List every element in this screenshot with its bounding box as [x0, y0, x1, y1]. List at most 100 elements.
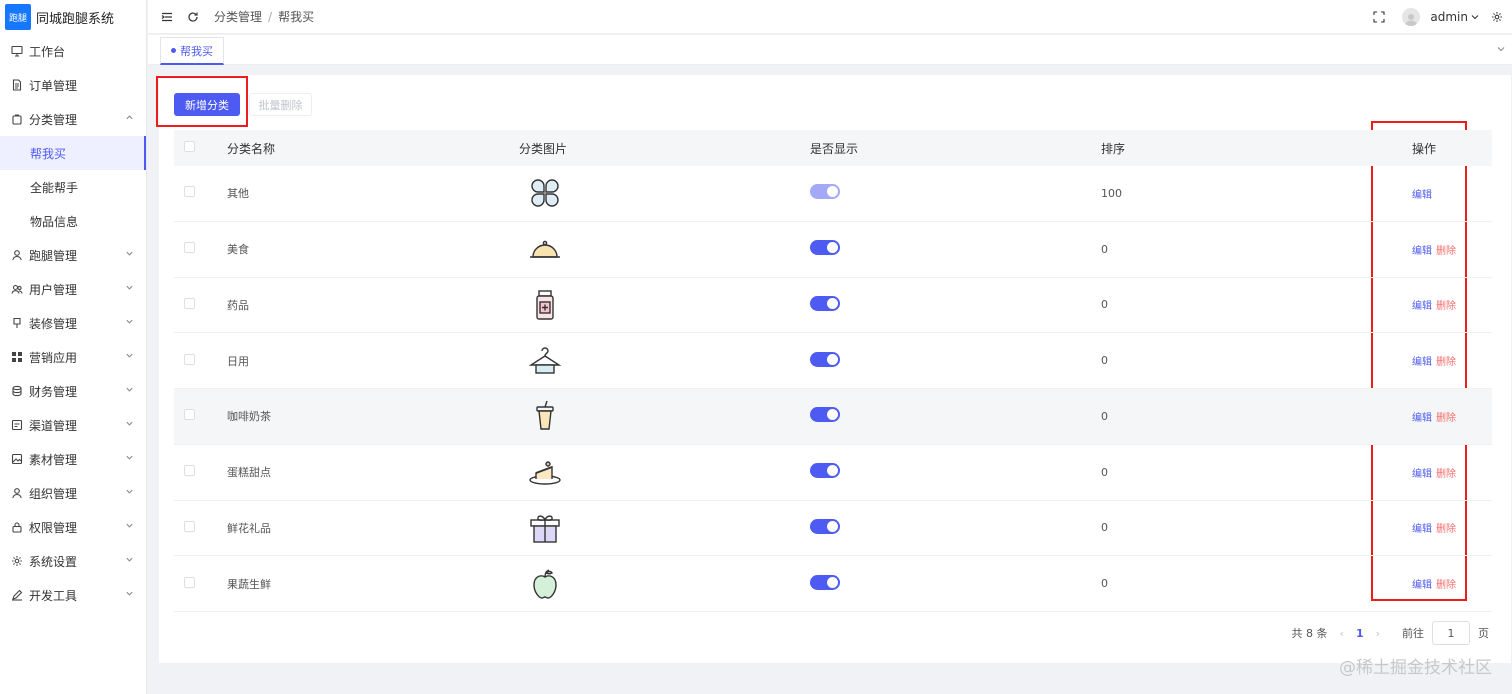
sidebar-item-permission[interactable]: 权限管理 — [0, 510, 146, 544]
sidebar-item-errand[interactable]: 跑腿管理 — [0, 238, 146, 272]
fullscreen-icon[interactable] — [1372, 10, 1386, 24]
delete-link[interactable]: 删除 — [1436, 413, 1456, 424]
table-header: 分类名称 分类图片 是否显示 排序 操作 — [174, 130, 1492, 166]
delete-link[interactable]: 删除 — [1436, 301, 1456, 312]
brand-name: 同城跑腿系统 — [36, 11, 115, 27]
category-name: 日用 — [227, 354, 249, 368]
chevron-down-icon[interactable] — [1496, 43, 1506, 57]
row-checkbox[interactable] — [184, 576, 195, 588]
category-name: 其他 — [227, 187, 249, 201]
row-checkbox[interactable] — [184, 520, 195, 532]
sidebar-item-decoration[interactable]: 装修管理 — [0, 306, 146, 340]
add-category-button[interactable]: 新增分类 — [174, 93, 240, 116]
goto-label: 前往 — [1402, 627, 1424, 640]
sidebar-subitem-help-buy[interactable]: 帮我买 — [0, 136, 146, 170]
sidebar-item-workbench[interactable]: 工作台 — [0, 34, 146, 68]
table-row: 药品 0 编辑 删除 — [174, 278, 1492, 334]
row-checkbox[interactable] — [184, 409, 195, 421]
row-checkbox[interactable] — [184, 465, 195, 477]
edit-link[interactable]: 编辑 — [1412, 413, 1432, 424]
edit-link[interactable]: 编辑 — [1412, 301, 1432, 312]
refresh-icon[interactable] — [186, 10, 200, 24]
row-checkbox[interactable] — [184, 242, 195, 254]
table-row: 鲜花礼品 0 编辑 删除 — [174, 501, 1492, 557]
column-header: 分类名称 — [227, 141, 276, 156]
page-number[interactable]: 1 — [1356, 627, 1364, 640]
sidebar-item-channel[interactable]: 渠道管理 — [0, 408, 146, 442]
display-toggle[interactable] — [810, 351, 840, 367]
sidebar-item-category[interactable]: 分类管理 — [0, 102, 146, 136]
watermark: @稀土掘金技术社区 — [1339, 658, 1492, 678]
sidebar-item-label: 素材管理 — [29, 452, 78, 467]
edit-link[interactable]: 编辑 — [1412, 580, 1432, 591]
document-icon — [10, 79, 23, 92]
settings-gear-icon[interactable] — [1490, 10, 1504, 24]
row-checkbox[interactable] — [184, 353, 195, 365]
sidebar-item-organization[interactable]: 组织管理 — [0, 476, 146, 510]
row-checkbox[interactable] — [184, 297, 195, 309]
table-row: 咖啡奶茶 0 编辑 删除 — [174, 389, 1492, 445]
next-page-icon[interactable]: › — [1376, 627, 1380, 640]
sort-value: 0 — [1101, 354, 1108, 368]
sort-value: 0 — [1101, 298, 1108, 312]
delete-link[interactable]: 删除 — [1436, 524, 1456, 535]
display-toggle[interactable] — [810, 463, 840, 479]
delete-link[interactable]: 删除 — [1436, 580, 1456, 591]
row-checkbox[interactable] — [184, 186, 195, 198]
gift-icon — [530, 515, 560, 543]
delete-link[interactable]: 删除 — [1436, 246, 1456, 257]
goto-page-input[interactable] — [1432, 621, 1470, 645]
brush-icon — [10, 317, 23, 330]
sidebar-item-marketing[interactable]: 营销应用 — [0, 340, 146, 374]
edit-link[interactable]: 编辑 — [1412, 190, 1432, 201]
sidebar-item-users[interactable]: 用户管理 — [0, 272, 146, 306]
display-toggle[interactable] — [810, 240, 840, 256]
food-cloche-icon — [530, 240, 560, 258]
category-table: 分类名称 分类图片 是否显示 排序 操作 其他 100 编辑 美食 0 编辑 删除 — [174, 130, 1492, 612]
sidebar-subitem-item-info[interactable]: 物品信息 — [0, 204, 146, 238]
display-toggle[interactable] — [810, 574, 840, 590]
sidebar-subitem-all-round-helper[interactable]: 全能帮手 — [0, 170, 146, 204]
chevron-down-icon — [125, 589, 134, 601]
table-row: 其他 100 编辑 — [174, 166, 1492, 222]
chevron-down-icon[interactable] — [1470, 10, 1480, 24]
menu-fold-icon[interactable] — [160, 10, 174, 24]
chevron-down-icon — [125, 351, 134, 363]
display-toggle[interactable] — [810, 184, 840, 200]
display-toggle[interactable] — [810, 407, 840, 423]
delete-link[interactable]: 删除 — [1436, 357, 1456, 368]
edit-link[interactable]: 编辑 — [1412, 524, 1432, 535]
user-icon — [10, 249, 23, 262]
breadcrumb-item[interactable]: 分类管理 — [214, 8, 262, 25]
table-row: 蛋糕甜点 0 编辑 删除 — [174, 445, 1492, 501]
pagination: 共 8 条 ‹ 1 › 前往 页 — [1292, 621, 1489, 645]
sidebar-item-material[interactable]: 素材管理 — [0, 442, 146, 476]
prev-page-icon[interactable]: ‹ — [1340, 627, 1344, 640]
display-toggle[interactable] — [810, 295, 840, 311]
tab-help-buy[interactable]: 帮我买 — [160, 37, 224, 65]
clover-icon — [531, 179, 559, 208]
image-icon — [10, 453, 23, 466]
brand-logo: 跑腿 — [5, 4, 31, 30]
sidebar-menu: 工作台 订单管理 分类管理 帮我买 全能帮手 物品信息 跑腿管理 用户管理 装修… — [0, 34, 146, 612]
sidebar-item-finance[interactable]: 财务管理 — [0, 374, 146, 408]
display-toggle[interactable] — [810, 518, 840, 534]
brand[interactable]: 跑腿 同城跑腿系统 — [0, 0, 146, 34]
chevron-down-icon — [125, 419, 134, 431]
sidebar-item-settings[interactable]: 系统设置 — [0, 544, 146, 578]
edit-link[interactable]: 编辑 — [1412, 357, 1432, 368]
sidebar-item-devtools[interactable]: 开发工具 — [0, 578, 146, 612]
edit-link[interactable]: 编辑 — [1412, 246, 1432, 257]
batch-delete-button[interactable]: 批量删除 — [249, 93, 312, 116]
avatar[interactable] — [1402, 8, 1421, 26]
edit-link[interactable]: 编辑 — [1412, 469, 1432, 480]
person-icon — [10, 487, 23, 500]
sidebar-item-label: 组织管理 — [29, 486, 78, 501]
tags-bar: 帮我买 — [148, 35, 1512, 65]
select-all-checkbox[interactable] — [184, 141, 195, 152]
sort-value: 0 — [1101, 577, 1108, 591]
sidebar: 跑腿 同城跑腿系统 工作台 订单管理 分类管理 帮我买 全能帮手 物品信息 跑腿… — [0, 0, 147, 694]
sidebar-item-orders[interactable]: 订单管理 — [0, 68, 146, 102]
username[interactable]: admin — [1430, 10, 1468, 24]
delete-link[interactable]: 删除 — [1436, 469, 1456, 480]
